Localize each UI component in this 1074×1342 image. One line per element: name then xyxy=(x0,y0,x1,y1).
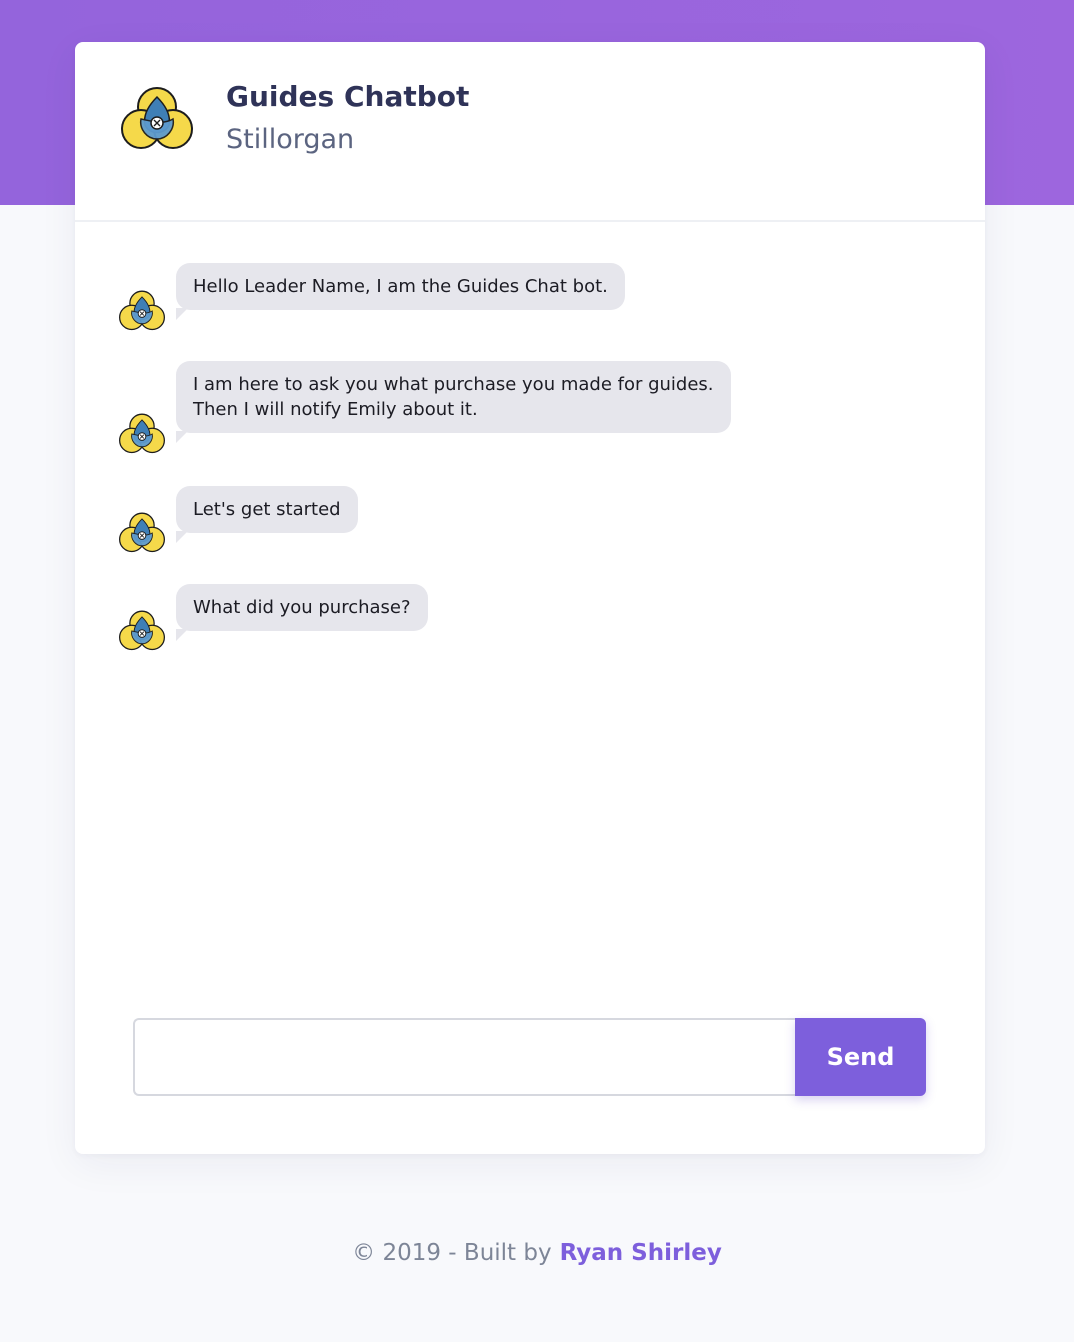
message-text: I am here to ask you what purchase you m… xyxy=(193,374,714,395)
chat-title: Guides Chatbot xyxy=(226,80,470,113)
chat-card: Guides Chatbot Stillorgan Hello Leader N… xyxy=(75,42,985,1154)
bot-avatar-icon xyxy=(119,609,165,653)
bot-avatar-icon xyxy=(119,412,165,456)
message-text: Let's get started xyxy=(193,499,341,520)
page-footer: © 2019 - Built by Ryan Shirley xyxy=(0,1240,1074,1266)
message-bubble: I am here to ask you what purchase you m… xyxy=(176,361,731,443)
message-composer: Send xyxy=(133,1018,926,1096)
send-button[interactable]: Send xyxy=(795,1018,926,1096)
author-link[interactable]: Ryan Shirley xyxy=(560,1240,722,1266)
chat-header: Guides Chatbot Stillorgan xyxy=(75,42,985,222)
message-text: Hello Leader Name, I am the Guides Chat … xyxy=(193,276,608,297)
footer-credit-text: © 2019 - Built by xyxy=(352,1240,552,1266)
message-bubble: Let's get started xyxy=(176,486,358,543)
chat-subtitle: Stillorgan xyxy=(226,124,355,155)
bot-avatar-icon xyxy=(119,511,165,555)
bot-avatar-icon xyxy=(119,289,165,333)
message-bubble: What did you purchase? xyxy=(176,584,428,641)
guides-trefoil-logo-icon xyxy=(121,85,193,153)
message-input[interactable] xyxy=(133,1018,811,1096)
message-text: Then I will notify Emily about it. xyxy=(193,399,478,420)
message-text: What did you purchase? xyxy=(193,597,411,618)
message-bubble: Hello Leader Name, I am the Guides Chat … xyxy=(176,263,625,320)
